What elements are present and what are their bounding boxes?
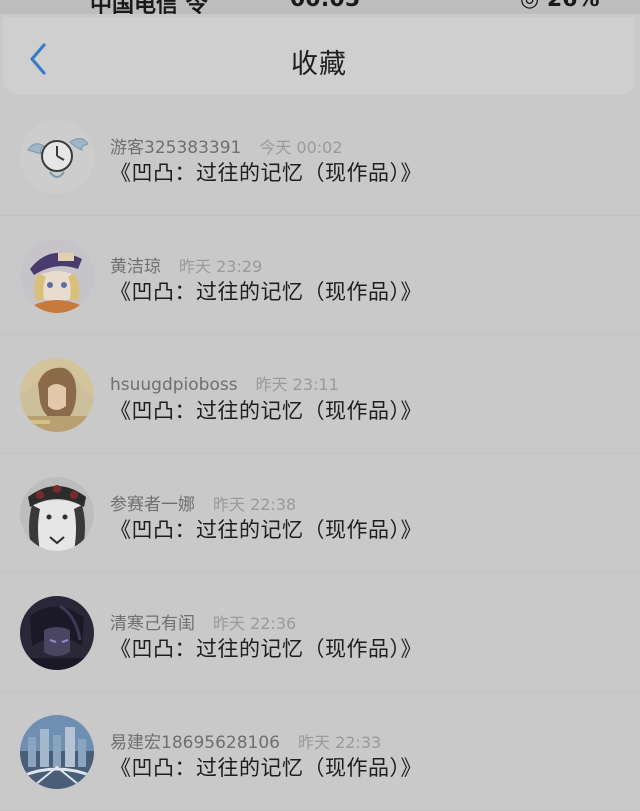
work-title[interactable]: 《凹凸：过往的记忆（现作品）》 xyxy=(110,633,422,663)
user-name[interactable]: 黄洁琼 xyxy=(110,257,161,277)
item-meta: 参赛者一娜 昨天 22:38 xyxy=(110,490,296,515)
timestamp: 昨天 23:11 xyxy=(255,375,339,394)
item-meta: hsuugdpioboss 昨天 23:11 xyxy=(110,371,339,395)
work-title[interactable]: 《凹凸：过往的记忆（现作品）》 xyxy=(110,157,422,187)
page-title: 收藏 xyxy=(291,49,347,80)
list-item[interactable]: 清寒己有闺 昨天 22:36 《凹凸：过往的记忆（现作品）》 xyxy=(0,573,640,692)
clock-wings-avatar[interactable] xyxy=(20,120,94,194)
city-skyline-avatar[interactable] xyxy=(20,715,94,789)
girl-photo-avatar[interactable] xyxy=(20,358,94,432)
work-title[interactable]: 《凹凸：过往的记忆（现作品）》 xyxy=(110,276,422,306)
timestamp: 昨天 23:29 xyxy=(179,257,263,276)
list-item[interactable]: 参赛者一娜 昨天 22:38 《凹凸：过往的记忆（现作品）》 xyxy=(0,454,640,573)
work-title[interactable]: 《凹凸：过往的记忆（现作品）》 xyxy=(110,514,422,544)
favorites-list: 游客325383391 今天 00:02 《凹凸：过往的记忆（现作品）》 黄洁琼昨… xyxy=(0,97,640,811)
timestamp: 今天 00:02 xyxy=(259,138,343,157)
battery-label: ◎ 26% xyxy=(520,0,600,12)
user-name[interactable]: 清寒己有闺 xyxy=(110,614,195,634)
list-item[interactable]: 易建宏18695628106 昨天 22:33 《凹凸：过往的记忆（现作品）》 xyxy=(0,692,640,811)
user-name[interactable]: 易建宏18695628106 xyxy=(110,733,280,753)
gothic-girl-avatar[interactable] xyxy=(20,477,94,551)
anime-girl-hat-avatar[interactable] xyxy=(20,239,94,313)
list-item[interactable]: hsuugdpioboss 昨天 23:11 《凹凸：过往的记忆（现作品）》 xyxy=(0,335,640,454)
dark-anime-avatar[interactable] xyxy=(20,596,94,670)
carrier-label: 中国电信 令 xyxy=(90,0,208,14)
item-meta: 游客325383391 今天 00:02 xyxy=(110,133,343,158)
user-name[interactable]: hsuugdpioboss xyxy=(110,375,238,395)
timestamp: 昨天 22:33 xyxy=(297,733,382,752)
nav-header: 收藏 xyxy=(3,17,635,95)
user-name[interactable]: 参赛者一娜 xyxy=(110,495,195,515)
item-meta: 清寒己有闺 昨天 22:36 xyxy=(110,609,296,634)
item-meta: 黄洁琼 昨天 23:29 xyxy=(110,252,262,277)
status-bar: 中国电信 令 00:05 ◎ 26% xyxy=(0,0,640,14)
item-meta: 易建宏18695628106 昨天 22:33 xyxy=(110,728,381,753)
list-item[interactable]: 黄洁琼 昨天 23:29 《凹凸：过往的记忆（现作品）》 xyxy=(0,216,640,335)
work-title[interactable]: 《凹凸：过往的记忆（现作品）》 xyxy=(110,752,422,782)
timestamp: 昨天 22:38 xyxy=(213,495,297,514)
timestamp: 昨天 22:36 xyxy=(213,614,297,633)
clock-label: 00:05 xyxy=(290,0,360,12)
user-name[interactable]: 游客325383391 xyxy=(110,138,241,158)
work-title[interactable]: 《凹凸：过往的记忆（现作品）》 xyxy=(110,395,422,425)
list-item[interactable]: 游客325383391 今天 00:02 《凹凸：过往的记忆（现作品）》 xyxy=(0,97,640,216)
